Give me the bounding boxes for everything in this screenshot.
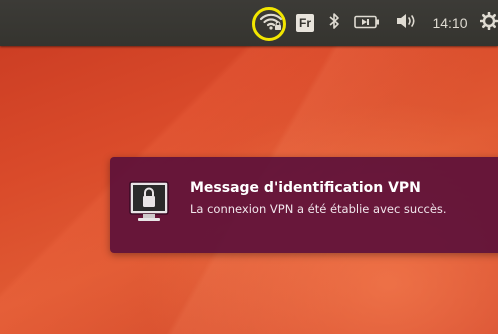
lock-screen-icon — [128, 180, 170, 226]
clock[interactable]: 14:10 — [428, 0, 472, 46]
battery-icon — [354, 14, 380, 33]
volume-icon — [396, 13, 418, 33]
network-indicator[interactable] — [248, 0, 294, 46]
vpn-notification: Message d'identification VPN La connexio… — [110, 157, 498, 253]
keyboard-layout-label: Fr — [296, 14, 314, 32]
notification-title: Message d'identification VPN — [190, 180, 421, 196]
bluetooth-indicator[interactable] — [323, 0, 345, 46]
bluetooth-icon — [328, 12, 340, 34]
top-panel: Fr 14:10 — [0, 0, 498, 46]
sound-indicator[interactable] — [392, 0, 422, 46]
battery-indicator[interactable] — [350, 0, 384, 46]
notification-body: La connexion VPN a été établie avec succ… — [190, 202, 447, 216]
keyboard-layout-indicator[interactable]: Fr — [292, 0, 318, 46]
session-indicator[interactable] — [476, 0, 498, 46]
highlight-circle — [252, 7, 286, 41]
desktop: Fr 14:10 Message d'identification VPN La… — [0, 0, 498, 334]
settings-gear-icon — [479, 11, 498, 34]
